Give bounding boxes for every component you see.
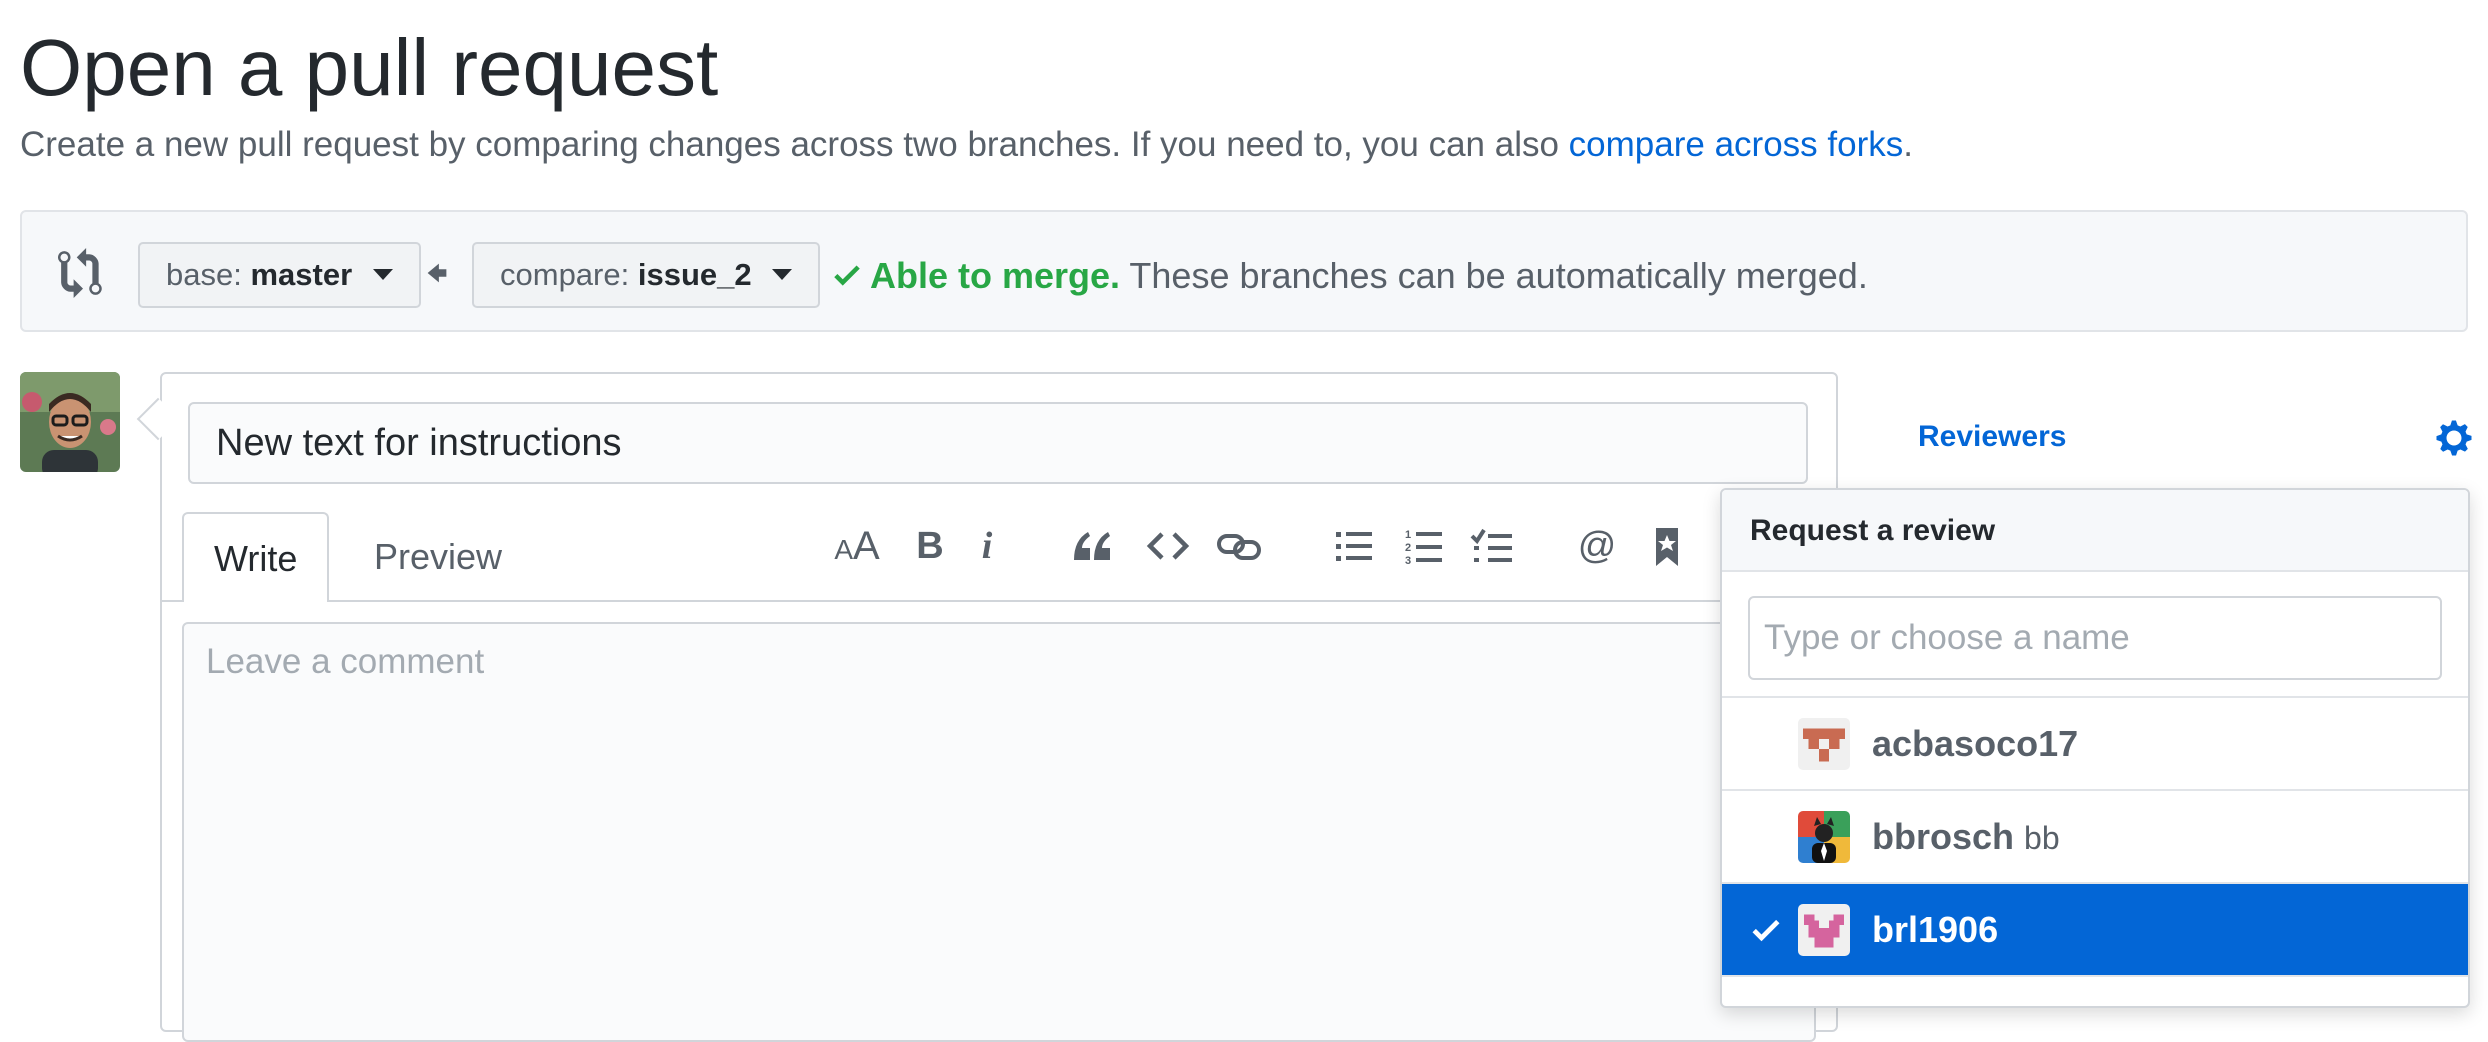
- svg-text:1: 1: [1405, 529, 1411, 541]
- svg-text:3: 3: [1405, 555, 1411, 567]
- comment-textarea[interactable]: [182, 622, 1816, 1042]
- saved-reply-icon[interactable]: [1650, 516, 1684, 576]
- subtitle-end: .: [1903, 125, 1913, 164]
- reviewer-item-brl1906[interactable]: brl1906: [1722, 884, 2468, 977]
- arrow-left-icon: [427, 263, 447, 283]
- menu-filter-container: [1722, 572, 2468, 698]
- page-title: Open a pull request: [20, 23, 719, 112]
- page-subtitle: Create a new pull request by comparing c…: [20, 120, 1913, 170]
- reviewer-item-bbrosch[interactable]: bbrosch bb: [1722, 791, 2468, 884]
- avatar: [1798, 718, 1850, 770]
- tab-preview[interactable]: Preview: [344, 512, 532, 602]
- gear-icon[interactable]: [2434, 418, 2474, 458]
- code-icon[interactable]: [1146, 516, 1190, 576]
- reviewer-login: acbasoco17: [1872, 723, 2079, 764]
- merge-ok-text: Able to merge.: [870, 255, 1121, 296]
- compare-branch-value: issue_2: [637, 257, 752, 292]
- bulleted-list-icon[interactable]: [1334, 516, 1374, 576]
- link-icon[interactable]: [1216, 516, 1262, 576]
- text-size-icon[interactable]: AA: [832, 516, 882, 576]
- chevron-down-icon: [372, 269, 393, 281]
- check-icon: [834, 265, 860, 286]
- avatar: [1798, 811, 1850, 863]
- compare-icon: [58, 248, 102, 298]
- pr-title-input[interactable]: [188, 402, 1808, 484]
- compare-branch-select[interactable]: compare: issue_2: [472, 242, 821, 308]
- base-branch-select[interactable]: base: master: [138, 242, 421, 308]
- numbered-list-icon[interactable]: 123: [1404, 516, 1444, 576]
- svg-text:2: 2: [1405, 542, 1411, 554]
- merge-description: These branches can be automatically merg…: [1120, 255, 1868, 296]
- base-branch-value: master: [250, 257, 353, 292]
- author-avatar[interactable]: [20, 372, 120, 472]
- reviewers-heading[interactable]: Reviewers: [1918, 412, 2066, 462]
- reviewer-login: bbrosch bb: [1872, 816, 2060, 857]
- quote-icon[interactable]: [1072, 516, 1112, 576]
- reviewer-item-acbasoco17[interactable]: acbasoco17: [1722, 698, 2468, 791]
- subtitle-text: Create a new pull request by comparing c…: [20, 125, 1569, 164]
- avatar: [1798, 904, 1850, 956]
- italic-icon[interactable]: i: [972, 516, 1002, 576]
- reviewer-search-input[interactable]: [1748, 596, 2442, 680]
- branch-range-bar: base: master compare: issue_2 Able to me…: [20, 210, 2468, 332]
- tab-write[interactable]: Write: [182, 512, 330, 602]
- menu-header: Request a review: [1722, 490, 2468, 572]
- base-label: base:: [166, 257, 242, 292]
- mention-icon[interactable]: @: [1576, 516, 1618, 576]
- compare-label: compare:: [500, 257, 630, 292]
- request-review-menu: Request a review acbasoco17: [1720, 488, 2470, 1008]
- reviewer-login: brl1906: [1872, 909, 1999, 950]
- chevron-down-icon: [772, 269, 793, 281]
- compare-across-forks-link[interactable]: compare across forks: [1569, 125, 1904, 164]
- merge-status: Able to merge. These branches can be aut…: [830, 248, 1868, 304]
- reviewer-fullname: bb: [2024, 820, 2060, 856]
- check-icon: [1752, 919, 1780, 942]
- task-list-icon[interactable]: [1470, 516, 1514, 576]
- bold-icon[interactable]: B: [912, 516, 948, 576]
